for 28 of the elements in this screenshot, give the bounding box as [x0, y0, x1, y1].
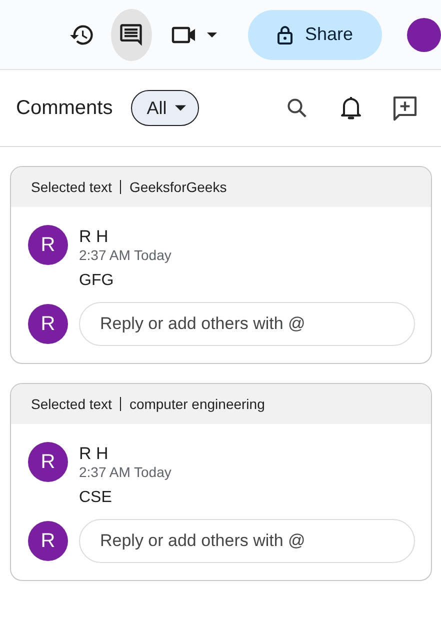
- avatar: R: [28, 304, 68, 344]
- reply-field[interactable]: Reply or add others with @: [79, 302, 415, 346]
- quote-label: Selected text: [31, 396, 112, 412]
- comments-button[interactable]: [110, 8, 152, 60]
- quoted-text: GeeksforGeeks: [129, 179, 227, 195]
- quoted-text: computer engineering: [129, 396, 265, 412]
- panel-title: Comments: [16, 96, 113, 120]
- avatar: R: [28, 225, 68, 265]
- lock-icon: [276, 24, 293, 44]
- add-comment-icon: [391, 94, 419, 122]
- share-button[interactable]: Share: [248, 10, 382, 60]
- caret-icon: [174, 105, 186, 111]
- comment-time: 2:37 AM Today: [79, 247, 172, 263]
- search-icon: [285, 96, 309, 120]
- comment-time: 2:37 AM Today: [79, 464, 172, 480]
- comment-icon: [118, 22, 144, 48]
- comment-text: CSE: [79, 489, 113, 507]
- bell-icon: [339, 95, 363, 121]
- author-name: R H: [79, 227, 110, 247]
- filter-dropdown[interactable]: All: [130, 90, 199, 126]
- avatar: R: [28, 521, 68, 561]
- quote-label: Selected text: [31, 179, 112, 195]
- avatar: R: [28, 442, 68, 482]
- caret-icon: [206, 32, 217, 38]
- comment-text: GFG: [79, 272, 115, 290]
- account-avatar[interactable]: [406, 18, 441, 52]
- reply-field[interactable]: Reply or add others with @: [79, 519, 415, 563]
- author-name: R H: [79, 444, 110, 464]
